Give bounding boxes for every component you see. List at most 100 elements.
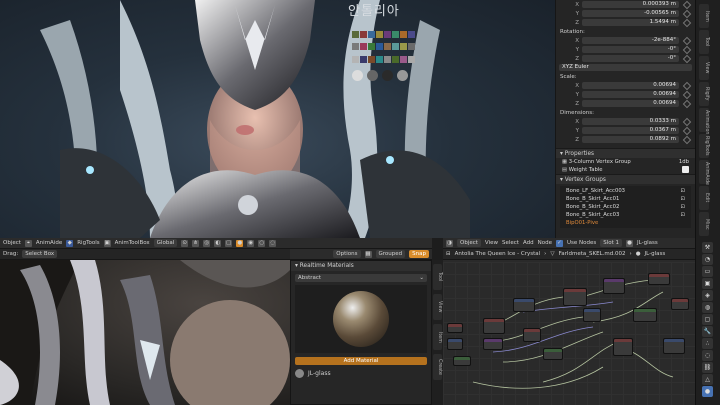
- list-item[interactable]: Bone_B_Skirt_Acc01 ⊡: [560, 195, 691, 203]
- three-column-vertex-group[interactable]: ▦ 3-Column Vertex Group 1db: [556, 158, 695, 166]
- shader-node[interactable]: [447, 323, 463, 333]
- vertex-groups-header[interactable]: ▾ Vertex Groups: [556, 174, 695, 184]
- material-tab-icon[interactable]: ●: [702, 386, 713, 397]
- keyframe-icon[interactable]: [682, 18, 692, 27]
- tool-tab-icon[interactable]: ⚒: [702, 242, 713, 253]
- particles-tab-icon[interactable]: ∴: [702, 338, 713, 349]
- location-x-field[interactable]: 0.000393 m: [582, 1, 679, 8]
- location-z-field[interactable]: 1.5494 m: [582, 19, 679, 26]
- view-tab-icon[interactable]: ▣: [702, 278, 713, 289]
- shader-node[interactable]: [453, 356, 471, 366]
- dimensions-x-field[interactable]: 0.0333 m: [582, 118, 679, 125]
- shading-rendered-icon[interactable]: ○: [258, 239, 266, 247]
- tab-misc[interactable]: Misc: [699, 212, 709, 236]
- render-tab-icon[interactable]: ◔: [702, 254, 713, 265]
- scene-tab-icon[interactable]: ◈: [702, 290, 713, 301]
- select-box-dropdown[interactable]: Select Box: [22, 250, 58, 258]
- shader-node[interactable]: [523, 328, 541, 342]
- shader-node[interactable]: [648, 273, 670, 285]
- add-material-button[interactable]: Add Material: [295, 357, 427, 365]
- shader-node[interactable]: [603, 278, 625, 294]
- data-tab-icon[interactable]: △: [702, 374, 713, 385]
- view-menu[interactable]: View: [485, 240, 498, 246]
- rotation-mode-dropdown[interactable]: XYZ Euler: [559, 64, 692, 71]
- keyframe-icon[interactable]: [682, 99, 692, 108]
- lock-icon[interactable]: ⊡: [681, 195, 685, 203]
- tab-view[interactable]: View: [699, 56, 709, 80]
- viewport-3d-top[interactable]: 안톨리아: [0, 0, 555, 238]
- animtoolbox-menu[interactable]: AnimToolBox: [115, 240, 150, 246]
- tab-item[interactable]: Item: [699, 4, 709, 28]
- rigtools-menu[interactable]: RigTools: [77, 240, 99, 246]
- shading-solid-icon[interactable]: ●: [236, 239, 244, 247]
- slot-dropdown[interactable]: Slot 1: [600, 239, 623, 247]
- list-item[interactable]: Bone_B_Skirt_Acc02 ⊡: [560, 203, 691, 211]
- tab-item[interactable]: Item: [433, 324, 442, 350]
- tab-tool[interactable]: Tool: [699, 30, 709, 54]
- viewport-3d-bottom[interactable]: [0, 260, 290, 405]
- rotation-x-field[interactable]: -2e-884°: [582, 37, 679, 44]
- add-menu[interactable]: Add: [523, 240, 534, 246]
- shader-node[interactable]: [563, 288, 587, 306]
- tab-rigify[interactable]: Rigify: [699, 82, 709, 106]
- properties-header[interactable]: ▾ Properties: [556, 148, 695, 158]
- shading-wire-icon[interactable]: ◌: [269, 239, 277, 247]
- keyframe-icon[interactable]: [682, 45, 692, 54]
- constraints-tab-icon[interactable]: ⛓: [702, 362, 713, 373]
- shader-node[interactable]: [483, 318, 505, 334]
- shader-node[interactable]: [613, 338, 633, 356]
- tab-view[interactable]: View: [433, 294, 442, 320]
- keyframe-icon[interactable]: [682, 54, 692, 63]
- shader-node[interactable]: [483, 338, 503, 350]
- lock-icon[interactable]: ⊡: [681, 211, 685, 219]
- output-tab-icon[interactable]: ▭: [702, 266, 713, 277]
- active-vertex-group[interactable]: BipO01-Pive: [560, 219, 691, 227]
- panel-header[interactable]: ▾ Realtime Materials: [291, 261, 431, 271]
- list-item[interactable]: Bone_LF_Skirt_Acc003 ⊡: [560, 187, 691, 195]
- tab-rigtools[interactable]: RigTools: [699, 134, 709, 158]
- tab-animaide[interactable]: AnimAide: [699, 160, 709, 185]
- object-dropdown[interactable]: Object: [457, 239, 481, 247]
- shader-node[interactable]: [583, 308, 601, 322]
- shader-node[interactable]: [543, 348, 563, 360]
- scale-x-field[interactable]: 0.00694: [582, 82, 679, 89]
- object-mode-menu[interactable]: Object: [3, 240, 21, 246]
- keyframe-icon[interactable]: [682, 9, 692, 18]
- checkbox[interactable]: [682, 166, 689, 173]
- shader-node[interactable]: [671, 298, 689, 310]
- modifiers-tab-icon[interactable]: 🔧: [702, 326, 713, 337]
- object-tab-icon[interactable]: ▢: [702, 314, 713, 325]
- animaide-menu[interactable]: AnimAide: [36, 240, 62, 246]
- node-menu[interactable]: Node: [538, 240, 552, 246]
- checkbox-icon[interactable]: ✓: [555, 239, 563, 247]
- material-preview[interactable]: [295, 285, 427, 353]
- scale-y-field[interactable]: 0.00694: [582, 91, 679, 98]
- rotation-y-field[interactable]: -0°: [582, 46, 679, 53]
- xray-icon[interactable]: ▢: [225, 239, 233, 247]
- overlay-icon[interactable]: ◐: [214, 239, 222, 247]
- category-dropdown[interactable]: Abstract ⌄: [295, 274, 427, 282]
- keyframe-icon[interactable]: [682, 126, 692, 135]
- world-tab-icon[interactable]: ◍: [702, 302, 713, 313]
- tab-tool[interactable]: Tool: [433, 264, 442, 290]
- shading-material-icon[interactable]: ◉: [247, 239, 255, 247]
- shader-node[interactable]: [663, 338, 685, 354]
- keyframe-icon[interactable]: [682, 81, 692, 90]
- scale-z-field[interactable]: 0.00694: [582, 100, 679, 107]
- list-item[interactable]: Bone_B_Skirt_Acc03 ⊡: [560, 211, 691, 219]
- keyframe-icon[interactable]: [682, 90, 692, 99]
- transform-orientation-dropdown[interactable]: Global: [153, 239, 178, 247]
- tab-animation[interactable]: Animation: [699, 108, 709, 134]
- physics-tab-icon[interactable]: ◌: [702, 350, 713, 361]
- snap-toggle[interactable]: Snap: [409, 250, 429, 258]
- weight-table-item[interactable]: ▤ Weight Table: [556, 166, 695, 174]
- snap-icon[interactable]: ⋔: [192, 239, 200, 247]
- options-dropdown[interactable]: Options: [333, 250, 361, 258]
- dimensions-z-field[interactable]: 0.0892 m: [582, 136, 679, 143]
- location-y-field[interactable]: -0.00565 m: [582, 10, 679, 17]
- keyframe-icon[interactable]: [682, 135, 692, 144]
- shader-node[interactable]: [633, 308, 657, 322]
- keyframe-icon[interactable]: [682, 0, 692, 9]
- keyframe-icon[interactable]: [682, 36, 692, 45]
- cursor-icon[interactable]: ⌖: [24, 239, 32, 247]
